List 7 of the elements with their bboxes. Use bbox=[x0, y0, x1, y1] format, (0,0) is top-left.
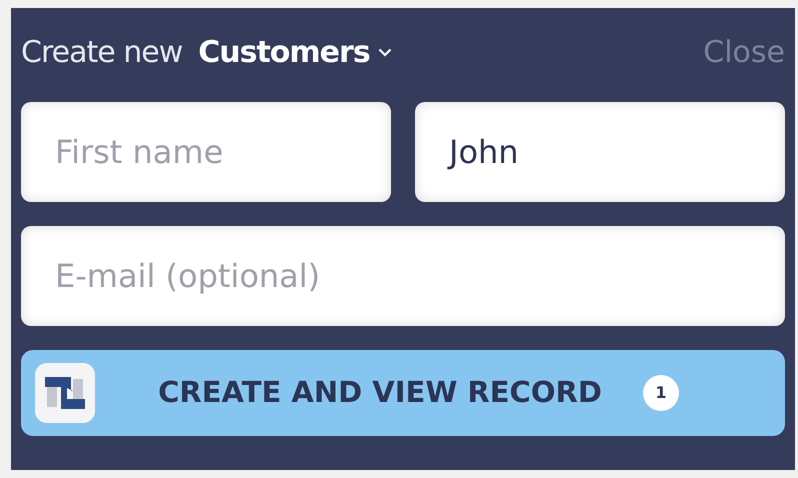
last-name-field[interactable]: John bbox=[415, 102, 785, 202]
chevron-down-icon bbox=[378, 48, 392, 57]
logo-icon bbox=[33, 361, 97, 425]
count-badge: 1 bbox=[643, 375, 679, 411]
record-type-dropdown[interactable]: Customers bbox=[198, 30, 392, 75]
create-and-view-record-button[interactable]: CREATE AND VIEW RECORD 1 bbox=[21, 350, 785, 436]
header-label: Create new bbox=[21, 34, 182, 72]
